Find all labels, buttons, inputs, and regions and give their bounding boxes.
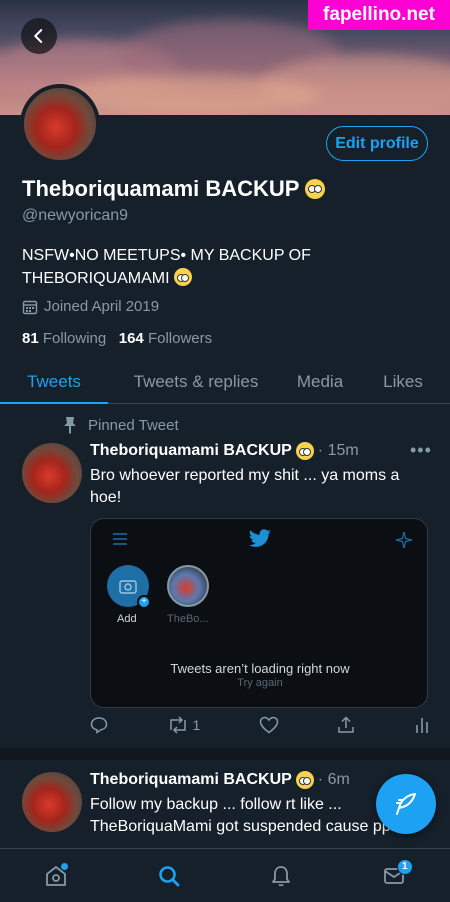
bottom-navigation: 1	[0, 848, 450, 902]
bio-line-text: THEBORIQUAMAMI	[22, 270, 170, 287]
profile-tabs: Tweets Tweets & replies Media Likes	[0, 360, 450, 404]
analytics-button[interactable]	[414, 716, 430, 734]
tab-likes[interactable]: Likes	[356, 360, 450, 403]
joined-date: Joined April 2019	[22, 298, 159, 315]
pinned-indicator: Pinned Tweet	[62, 416, 179, 434]
messages-badge: 1	[396, 858, 413, 875]
story-add-label: Add	[117, 613, 137, 625]
embed-error-message: Tweets aren’t loading right now	[170, 661, 350, 676]
tweet-divider	[0, 748, 450, 760]
followers-label: Followers	[147, 330, 213, 347]
heart-icon	[259, 716, 279, 734]
analytics-icon	[416, 718, 428, 733]
nav-home[interactable]	[36, 856, 76, 896]
tweet-actions: 1	[90, 716, 430, 734]
display-name-text: Theboriquamami BACKUP	[22, 176, 300, 201]
tweet-text-line: TheBoriquaMami got suspended cause ppl	[90, 818, 395, 835]
tweet-time: · 6m	[317, 771, 350, 788]
eye-roll-emoji-icon	[295, 442, 314, 460]
retweet-count: 1	[192, 717, 201, 733]
following-link[interactable]: 81 Following	[22, 330, 106, 347]
sparkle-icon	[395, 531, 413, 549]
bio-line: THEBORIQUAMAMI	[22, 267, 432, 290]
eye-roll-emoji-icon	[305, 179, 326, 199]
retweet-icon	[169, 716, 186, 734]
tweet-avatar[interactable]	[22, 772, 82, 832]
menu-icon	[113, 533, 127, 545]
joined-text: Joined April 2019	[44, 298, 160, 315]
follow-counts: 81 Following 164 Followers	[22, 330, 212, 347]
story-user-label: TheBo...	[167, 613, 209, 625]
tab-media[interactable]: Media	[284, 360, 356, 403]
profile-handle: @newyorican9	[22, 207, 129, 224]
tweet-author-name[interactable]: Theboriquamami BACKUP	[90, 442, 292, 460]
following-label: Following	[42, 330, 107, 347]
eye-roll-emoji-icon	[174, 268, 193, 286]
add-story-button: +	[107, 565, 151, 609]
tab-tweets-and-replies[interactable]: Tweets & replies	[108, 360, 284, 403]
bell-icon	[272, 865, 291, 886]
followers-count: 164	[118, 330, 144, 347]
eye-roll-emoji-icon	[295, 771, 314, 789]
pin-icon	[64, 417, 76, 434]
tweet-author-name[interactable]: Theboriquamami BACKUP	[90, 771, 292, 789]
followers-link[interactable]: 164 Followers	[119, 330, 212, 347]
profile-avatar[interactable]	[20, 84, 100, 164]
calendar-icon	[22, 300, 38, 314]
home-notification-dot	[61, 862, 69, 870]
tweet-media-embed[interactable]: + Add TheBo... Tweets aren’t loading rig…	[90, 518, 428, 708]
tab-tweets[interactable]: Tweets	[0, 360, 108, 404]
edit-profile-button[interactable]: Edit profile	[326, 126, 428, 161]
following-count: 81	[22, 330, 39, 347]
feather-compose-icon	[396, 793, 416, 815]
watermark: fapellino.net	[308, 0, 450, 30]
retweet-button[interactable]: 1	[167, 716, 201, 734]
camera-icon	[119, 580, 137, 594]
tweet-header: Theboriquamami BACKUP · 6m	[90, 771, 350, 789]
story-avatar	[167, 565, 209, 607]
tweet-time: · 15m	[317, 442, 359, 459]
nav-messages[interactable]: 1	[374, 856, 414, 896]
tweet-text: Bro whoever reported my shit ... ya moms…	[90, 467, 400, 506]
reply-button[interactable]	[90, 716, 108, 734]
nav-search[interactable]	[149, 856, 189, 896]
embed-retry-text: Try again	[237, 677, 283, 689]
plus-icon: +	[137, 595, 151, 609]
chevron-left-icon	[34, 29, 43, 43]
display-name: Theboriquamami BACKUP	[22, 176, 326, 202]
tweet-header: Theboriquamami BACKUP · 15m	[90, 442, 359, 460]
twitter-bird-icon	[248, 529, 271, 547]
share-icon	[338, 716, 355, 733]
more-options-icon[interactable]: •••	[410, 440, 432, 461]
profile-bio: NSFW•NO MEETUPS• MY BACKUP OF THEBORIQUA…	[22, 244, 432, 290]
search-icon	[158, 865, 180, 886]
compose-tweet-button[interactable]	[376, 774, 436, 834]
like-button[interactable]	[259, 716, 279, 734]
pinned-label: Pinned Tweet	[88, 416, 179, 434]
reply-icon	[90, 717, 108, 734]
bio-line: NSFW•NO MEETUPS• MY BACKUP OF	[22, 247, 311, 264]
tweet-avatar[interactable]	[22, 443, 82, 503]
share-button[interactable]	[337, 716, 355, 734]
nav-notifications[interactable]	[261, 856, 301, 896]
back-button[interactable]	[21, 18, 57, 54]
